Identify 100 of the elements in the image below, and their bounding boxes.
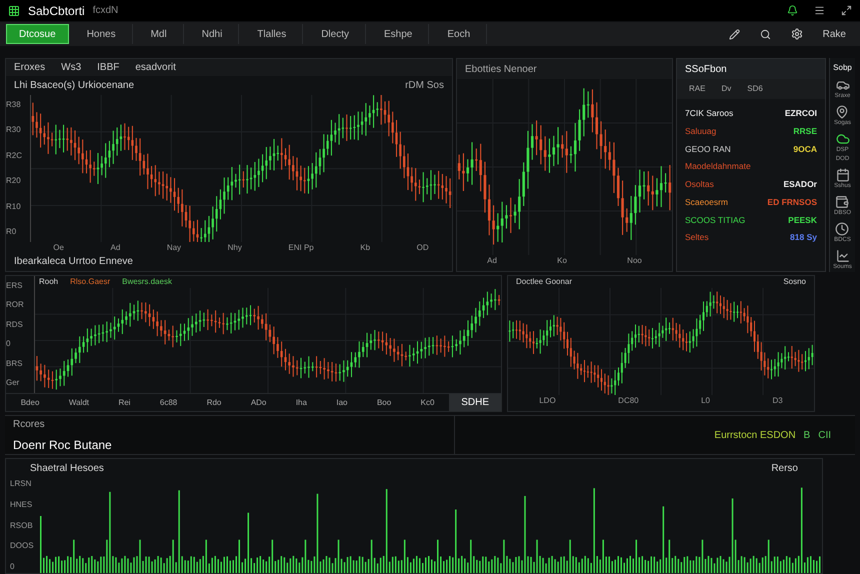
- chart-title: Shaetral Hesoes: [30, 462, 104, 476]
- stat-value: 818 Sy: [790, 231, 817, 244]
- axis-label: Iao: [336, 396, 348, 408]
- window-title: SabCbtorti: [28, 2, 85, 20]
- axis-label: R2C: [6, 150, 24, 162]
- axis-label: L0: [701, 395, 710, 407]
- axis-label: Bdeo: [20, 396, 40, 408]
- candle: [458, 154, 460, 180]
- chart-title: Ebotties Nenoer: [465, 62, 537, 76]
- nav-tab[interactable]: Ndhi: [186, 24, 240, 44]
- tool-icon: [836, 168, 850, 182]
- axis-label: BRS: [6, 358, 24, 370]
- axis-label: Noo: [627, 255, 642, 267]
- axis-label: Kb: [360, 242, 370, 254]
- chart-button[interactable]: SDHE: [449, 394, 501, 411]
- tool-icon: [835, 222, 850, 236]
- chart-footer: Ibearkaleca Urrtoo Enneve: [6, 254, 452, 271]
- stat-value: ED FRNSOS: [767, 196, 817, 208]
- axis-label: Ko: [557, 255, 567, 267]
- axis-label: Ad: [487, 255, 497, 267]
- axis-label: 0: [6, 338, 12, 350]
- axis-label: ADo: [250, 396, 266, 408]
- nav-tab[interactable]: Tlalles: [241, 24, 304, 44]
- legend-item: Doctlee Goonar: [516, 276, 572, 288]
- axis-label: 6c88: [160, 396, 178, 408]
- axis-label: Waldt: [68, 396, 89, 408]
- stat-label: SCOOS TITIAG: [685, 214, 746, 226]
- axis-label: Boo: [376, 396, 392, 408]
- nav-tab[interactable]: Dlecty: [305, 24, 366, 44]
- menu-icon[interactable]: [814, 5, 825, 16]
- axis-label: D3: [772, 395, 783, 407]
- axis-label: R10: [6, 200, 22, 213]
- search-icon[interactable]: [760, 28, 771, 40]
- axis-label: ERS: [6, 280, 24, 292]
- nav-tab[interactable]: Hones: [70, 24, 133, 44]
- section-heading: Doenr Roc Butane: [13, 436, 113, 454]
- axis-label: R30: [6, 124, 22, 136]
- nav-tab[interactable]: Dtcosue: [6, 24, 69, 44]
- candle: [668, 164, 672, 210]
- axis-label: Rei: [118, 396, 130, 408]
- toolbar-button[interactable]: Eroxes: [14, 60, 46, 75]
- stat-label: Seltes: [685, 231, 709, 244]
- nav-tab[interactable]: Eoch: [431, 24, 488, 44]
- axis-label: RDS: [6, 318, 24, 331]
- nav-tab[interactable]: Eshpe: [368, 24, 430, 44]
- tool-icon: [835, 105, 850, 119]
- toolbar-button[interactable]: IBBF: [97, 60, 120, 75]
- toolbar-button[interactable]: esadvorit: [135, 60, 176, 75]
- tool-icon: [836, 249, 850, 263]
- panel-title: SSoFbon: [685, 62, 727, 76]
- legend-item: Bwesrs.daesk: [122, 276, 172, 288]
- axis-label: Rdo: [206, 396, 222, 408]
- axis-label: DC80: [618, 395, 639, 407]
- chart-legend: Sosno: [783, 276, 806, 288]
- toolbar-button[interactable]: Ws3: [61, 60, 82, 75]
- nav-link[interactable]: Rake: [822, 26, 846, 42]
- axis-label: ROR: [6, 299, 25, 312]
- axis-label: LRSN: [10, 478, 32, 490]
- column-header: RAE: [689, 83, 706, 95]
- status-text: Eurrstocn ESDON: [714, 428, 796, 442]
- column-header: SD6: [747, 83, 763, 95]
- axis-label: Ad: [110, 242, 120, 254]
- stat-label: 7CIK Saroos: [685, 107, 734, 120]
- status-code: CII: [818, 428, 831, 442]
- axis-label: R0: [6, 226, 18, 238]
- chart-legend: Rerso: [771, 461, 798, 476]
- chart-title: Lhi Bsaceo(s) Urkiocenane: [14, 78, 134, 93]
- stat-label: Maodeldahnmate: [685, 160, 751, 173]
- axis-label: 0: [10, 561, 16, 573]
- axis-label: RSOB: [10, 520, 34, 532]
- maximize-icon[interactable]: [841, 5, 852, 16]
- nav-tab[interactable]: Mdl: [134, 24, 184, 44]
- bell-icon[interactable]: [787, 5, 798, 16]
- axis-label: Kc0: [420, 396, 434, 408]
- axis-label: R20: [6, 175, 22, 188]
- axis-label: LDO: [539, 395, 556, 407]
- stat-value: 9OCA: [793, 142, 817, 156]
- app-logo-icon: [8, 4, 20, 16]
- stat-value: EZRCOI: [784, 107, 817, 120]
- axis-label: Nay: [166, 242, 182, 254]
- section-title: Rcores: [13, 418, 46, 432]
- stat-value: RRSE: [793, 124, 817, 138]
- window-subtitle: fcxdN: [92, 4, 118, 18]
- axis-label: HNES: [10, 498, 34, 511]
- chart-label: Rooh: [39, 276, 58, 288]
- stat-label: Scaeoesrm: [685, 196, 728, 208]
- stat-label: GEOO RAN: [685, 142, 731, 156]
- stat-label: Saluuag: [685, 124, 716, 138]
- chart-legend: rDM Sos: [405, 78, 444, 93]
- settings-icon[interactable]: [790, 28, 803, 40]
- stat-label: Osoltas: [685, 178, 714, 191]
- pencil-icon[interactable]: [728, 28, 740, 40]
- tool-icon: [836, 132, 850, 146]
- axis-label: OD: [416, 242, 429, 254]
- sidebar-title: Sobp: [833, 62, 852, 74]
- axis-label: ENI Pp: [288, 242, 314, 254]
- stat-value: ESADOr: [783, 178, 817, 191]
- axis-label: DOOS: [10, 540, 35, 552]
- axis-label: Oe: [53, 242, 64, 254]
- legend-item: Rlso.Gaesr: [70, 276, 110, 288]
